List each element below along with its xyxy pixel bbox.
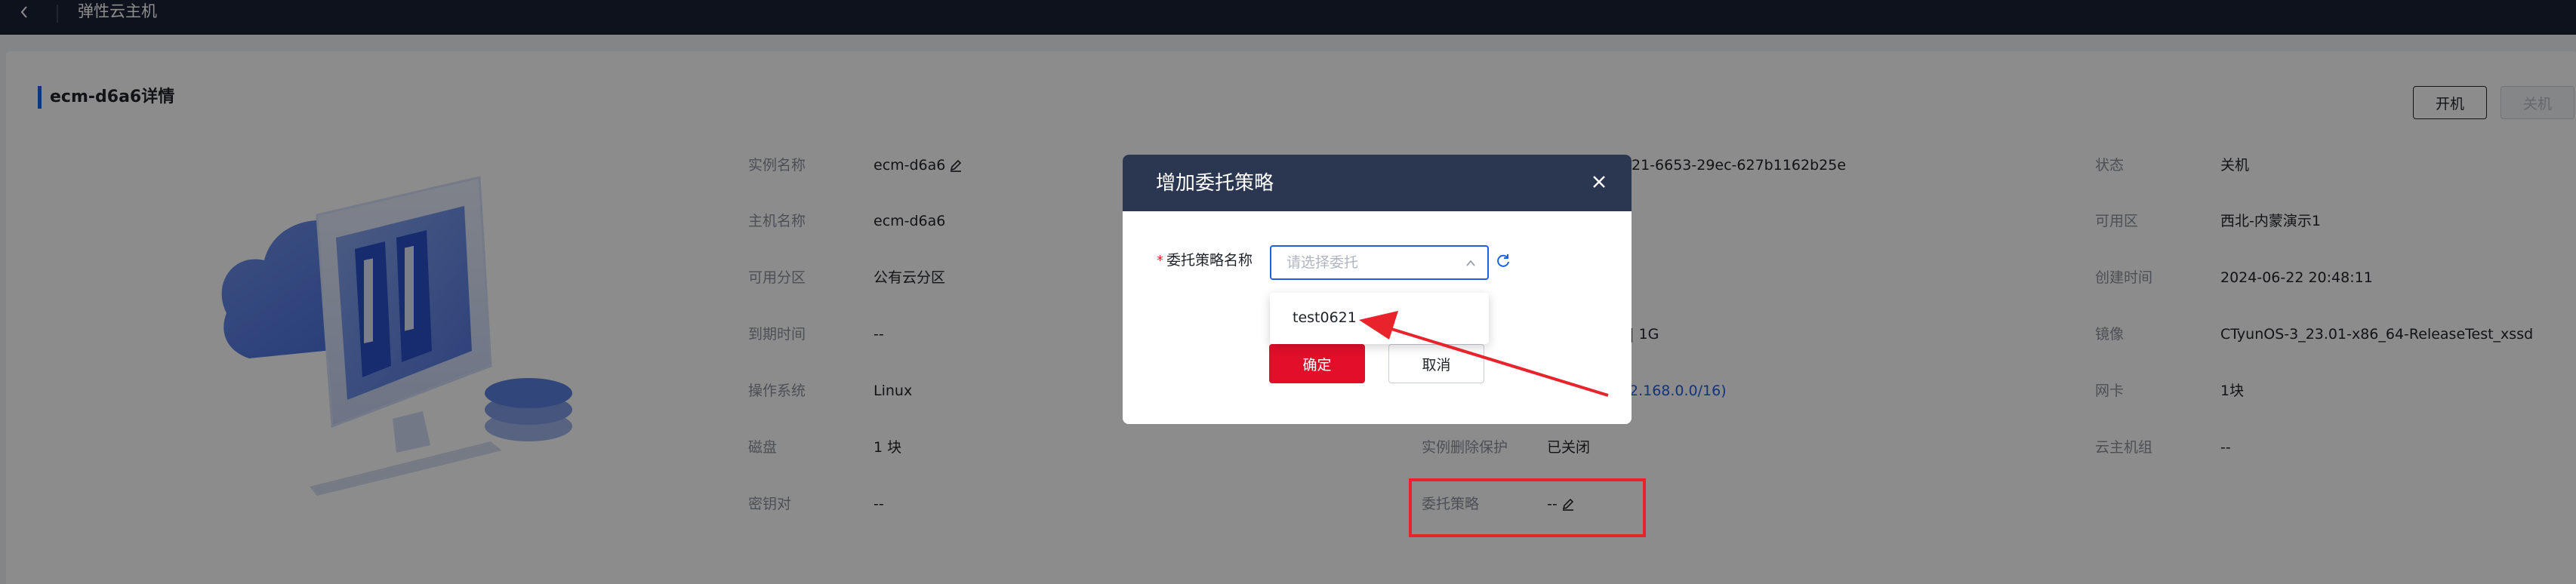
close-icon[interactable] [1585, 168, 1613, 195]
dialog-header: 增加委托策略 [1123, 155, 1632, 211]
refresh-icon[interactable] [1495, 252, 1511, 269]
policy-select[interactable]: 请选择委托 [1270, 245, 1489, 280]
policy-name-label: 委托策略名称 [1166, 252, 1253, 269]
policy-dropdown-list: test0621 [1270, 293, 1489, 344]
annotation-highlight-box [1409, 478, 1646, 537]
dialog-title: 增加委托策略 [1156, 172, 1274, 195]
add-delegation-policy-dialog: 增加委托策略 * 委托策略名称 请选择委托 确定 取消 [1123, 155, 1632, 424]
select-placeholder: 请选择委托 [1286, 254, 1359, 271]
required-mark: * [1157, 253, 1163, 269]
cancel-button[interactable]: 取消 [1388, 344, 1484, 383]
dropdown-option[interactable]: test0621 [1293, 308, 1357, 327]
chevron-up-icon [1466, 260, 1475, 266]
confirm-button[interactable]: 确定 [1269, 344, 1365, 383]
